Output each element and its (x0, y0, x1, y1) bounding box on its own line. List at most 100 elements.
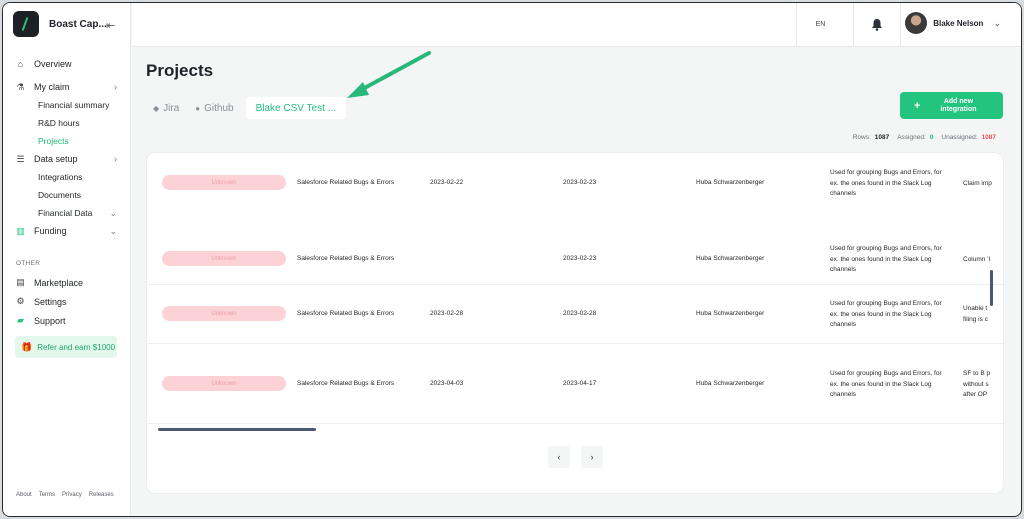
sidebar-item-rd-hours[interactable]: R&D hours (3, 114, 131, 132)
user-name: Blake Nelson (933, 18, 984, 28)
project-name: Salesforce Related Bugs & Errors (297, 380, 395, 387)
sidebar-item-label: Integrations (38, 172, 83, 182)
tab-label: Jira (163, 102, 180, 114)
sidebar-item-overview[interactable]: ⌂ Overview (3, 55, 131, 73)
end-date: 2023-02-23 (563, 255, 597, 262)
chevron-down-icon: ⌄ (993, 17, 1001, 28)
footer-link-terms[interactable]: Terms (39, 492, 55, 498)
description: Used for grouping Bugs and Errors, for e… (830, 245, 942, 273)
description: Used for grouping Bugs and Errors, for e… (830, 169, 942, 197)
app-name: Boast Cap... (49, 18, 107, 30)
footer-link-privacy[interactable]: Privacy (62, 492, 82, 498)
status-badge[interactable]: Unknown (162, 251, 286, 266)
brand[interactable]: Boast Cap... (13, 11, 107, 37)
status-badge[interactable]: Unknown (162, 306, 286, 321)
footer-link-about[interactable]: About (16, 492, 32, 498)
sidebar-item-label: Financial summary (38, 100, 110, 110)
tab-github[interactable]: ● Github (195, 97, 233, 119)
unassigned-label: Unassigned: (941, 134, 978, 141)
sidebar-item-label: Settings (34, 296, 67, 307)
description: Used for grouping Bugs and Errors, for e… (830, 300, 942, 328)
sidebar-item-label: Funding (34, 226, 67, 236)
rows-label: Rows: (852, 134, 871, 141)
github-icon: ● (195, 103, 201, 113)
integration-tabs: ◆ Jira ● Github Blake CSV Test ... (153, 97, 362, 119)
end-date: 2023-02-28 (563, 310, 597, 317)
start-date: 2023-04-03 (430, 380, 464, 387)
assigned-label: Assigned: (897, 134, 926, 141)
sidebar-item-financial-summary[interactable]: Financial summary (3, 96, 131, 114)
plus-icon: + (914, 99, 921, 112)
sidebar-item-projects[interactable]: Projects (3, 132, 131, 150)
top-bar: EN Blake Nelson ⌄ (132, 3, 1021, 47)
refer-button[interactable]: 🎁 Refer and earn $1000 (15, 336, 117, 358)
sidebar-item-integrations[interactable]: Integrations (3, 168, 131, 186)
collapse-sidebar-icon[interactable]: ⇤ (106, 19, 115, 32)
sidebar-item-label: My claim (34, 82, 70, 92)
project-name: Salesforce Related Bugs & Errors (297, 255, 395, 262)
tab-jira[interactable]: ◆ Jira (153, 97, 179, 119)
row-divider (147, 343, 1003, 344)
gift-icon: 🎁 (21, 341, 33, 352)
store-icon: ▤ (16, 277, 25, 287)
owner: Huba Schwarzenberger (696, 255, 765, 262)
owner: Huba Schwarzenberger (696, 179, 765, 186)
chevron-down-icon: ⌄ (109, 207, 117, 218)
horizontal-scrollbar[interactable] (158, 428, 316, 431)
description: Used for grouping Bugs and Errors, for e… (830, 370, 942, 398)
add-integration-button[interactable]: + Add new integration (900, 92, 1003, 119)
chat-icon: ▰ (17, 315, 24, 325)
app-window: Boast Cap... ⇤ ⌂ Overview ⚗ My claim › F… (2, 2, 1022, 517)
add-integration-label: Add new integration (940, 97, 977, 113)
sidebar-item-label: Projects (38, 136, 69, 146)
tab-label: Github (204, 102, 234, 114)
vertical-scrollbar[interactable] (990, 270, 993, 306)
other-section-label: OTHER (16, 259, 41, 267)
footer-links: About Terms Privacy Releases (16, 492, 114, 498)
project-name: Salesforce Related Bugs & Errors (297, 179, 395, 186)
row-divider (147, 284, 1003, 285)
sidebar-item-documents[interactable]: Documents (3, 186, 131, 204)
sidebar-item-label: Overview (34, 59, 72, 69)
extra-column: Column 'I (963, 256, 991, 263)
sidebar-item-label: Marketplace (34, 277, 84, 288)
owner: Huba Schwarzenberger (696, 310, 765, 317)
sidebar-item-settings[interactable]: ⚙ Settings (3, 292, 131, 311)
sidebar-item-label: R&D hours (38, 118, 80, 128)
tab-blake-csv-test[interactable]: Blake CSV Test ... (245, 97, 346, 119)
sidebar-item-support[interactable]: ▰ Support (3, 311, 131, 330)
tag-icon: ◆ (153, 103, 160, 113)
user-menu[interactable]: Blake Nelson ⌄ (905, 12, 1001, 34)
rows-count: 1087 (874, 134, 890, 141)
owner: Huba Schwarzenberger (696, 380, 765, 387)
end-date: 2023-02-23 (563, 179, 597, 186)
sidebar-item-financial-data[interactable]: Financial Data ⌄ (3, 204, 131, 222)
previous-page-button[interactable]: ‹ (548, 446, 570, 468)
footer-link-releases[interactable]: Releases (89, 492, 114, 498)
status-badge[interactable]: Unknown (162, 175, 286, 190)
sidebar-item-marketplace[interactable]: ▤ Marketplace (3, 273, 131, 292)
tab-label: Blake CSV Test ... (255, 102, 336, 114)
unassigned-count: 1087 (981, 134, 996, 141)
chevron-right-icon: › (114, 154, 117, 164)
sidebar-item-label: Data setup (34, 154, 78, 164)
sidebar-item-label: Financial Data (38, 208, 93, 218)
start-date: 2023-02-22 (430, 179, 464, 186)
project-name: Salesforce Related Bugs & Errors (297, 310, 395, 317)
start-date: 2023-02-28 (430, 310, 464, 317)
bell-icon (872, 19, 882, 31)
sidebar-item-funding[interactable]: ▥ Funding ⌄ (3, 222, 131, 240)
notifications-button[interactable] (853, 3, 901, 46)
chevron-right-icon: › (590, 452, 594, 462)
language-selector[interactable]: EN (796, 3, 844, 46)
chevron-down-icon: ⌄ (109, 225, 117, 236)
sidebar-item-data-setup[interactable]: ☰ Data setup › (3, 150, 131, 168)
sidebar-item-my-claim[interactable]: ⚗ My claim › (3, 78, 131, 96)
next-page-button[interactable]: › (581, 446, 603, 468)
status-badge[interactable]: Unknown (162, 376, 286, 391)
extra-column: Unable t filing is c (963, 305, 988, 323)
refer-label: Refer and earn $1000 (37, 342, 116, 352)
flask-icon: ⚗ (16, 81, 25, 92)
app-logo (13, 11, 39, 37)
chevron-left-icon: ‹ (557, 452, 561, 462)
